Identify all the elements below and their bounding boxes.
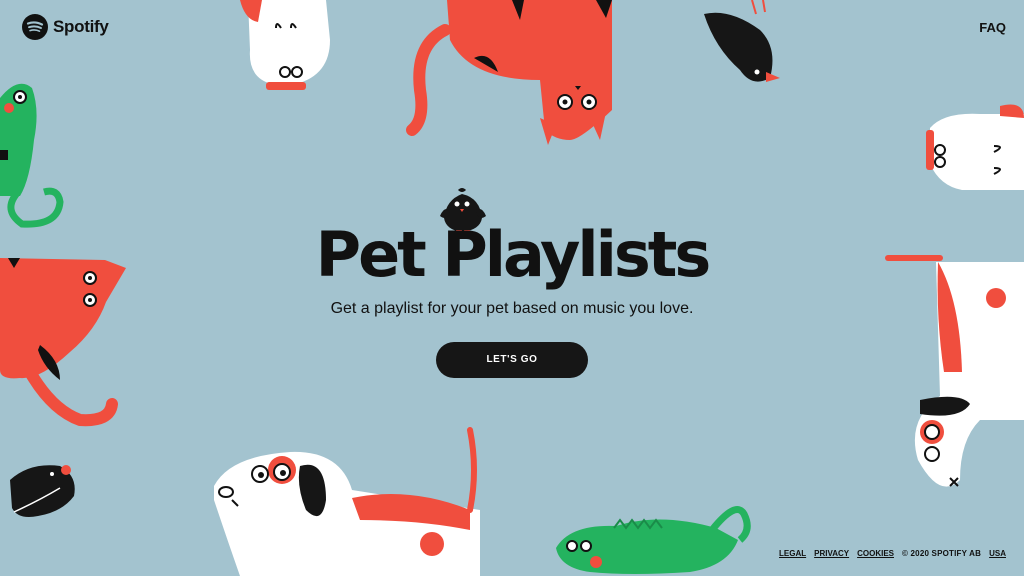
cat-top-illustration: [406, 0, 612, 145]
faq-link[interactable]: FAQ: [979, 20, 1006, 35]
spotify-logo-icon: [22, 14, 48, 40]
bird-top-illustration: [704, 0, 780, 82]
dog-bottom-illustration: [214, 427, 480, 576]
lets-go-button[interactable]: LET'S GO: [436, 342, 588, 378]
footer-region-link[interactable]: USA: [989, 549, 1006, 558]
footer-link-cookies[interactable]: COOKIES: [857, 549, 894, 558]
footer-link-privacy[interactable]: PRIVACY: [814, 549, 849, 558]
hamster-top-illustration: [240, 0, 330, 90]
mouse-left-illustration: [10, 465, 75, 517]
hamster-right-illustration: [926, 104, 1024, 190]
page-subtitle: Get a playlist for your pet based on mus…: [330, 300, 694, 317]
footer: LEGAL PRIVACY COOKIES © 2020 SPOTIFY AB …: [779, 549, 1006, 558]
page-title: Pet Playlists: [315, 218, 712, 291]
hero-section: Pet Playlists Get a playlist for your pe…: [0, 186, 1024, 378]
copyright: © 2020 SPOTIFY AB: [902, 549, 982, 558]
brand-name: Spotify: [53, 17, 109, 36]
lizard-bottom-illustration: [556, 506, 751, 574]
footer-link-legal[interactable]: LEGAL: [779, 549, 806, 558]
spotify-logo[interactable]: Spotify: [22, 14, 109, 40]
